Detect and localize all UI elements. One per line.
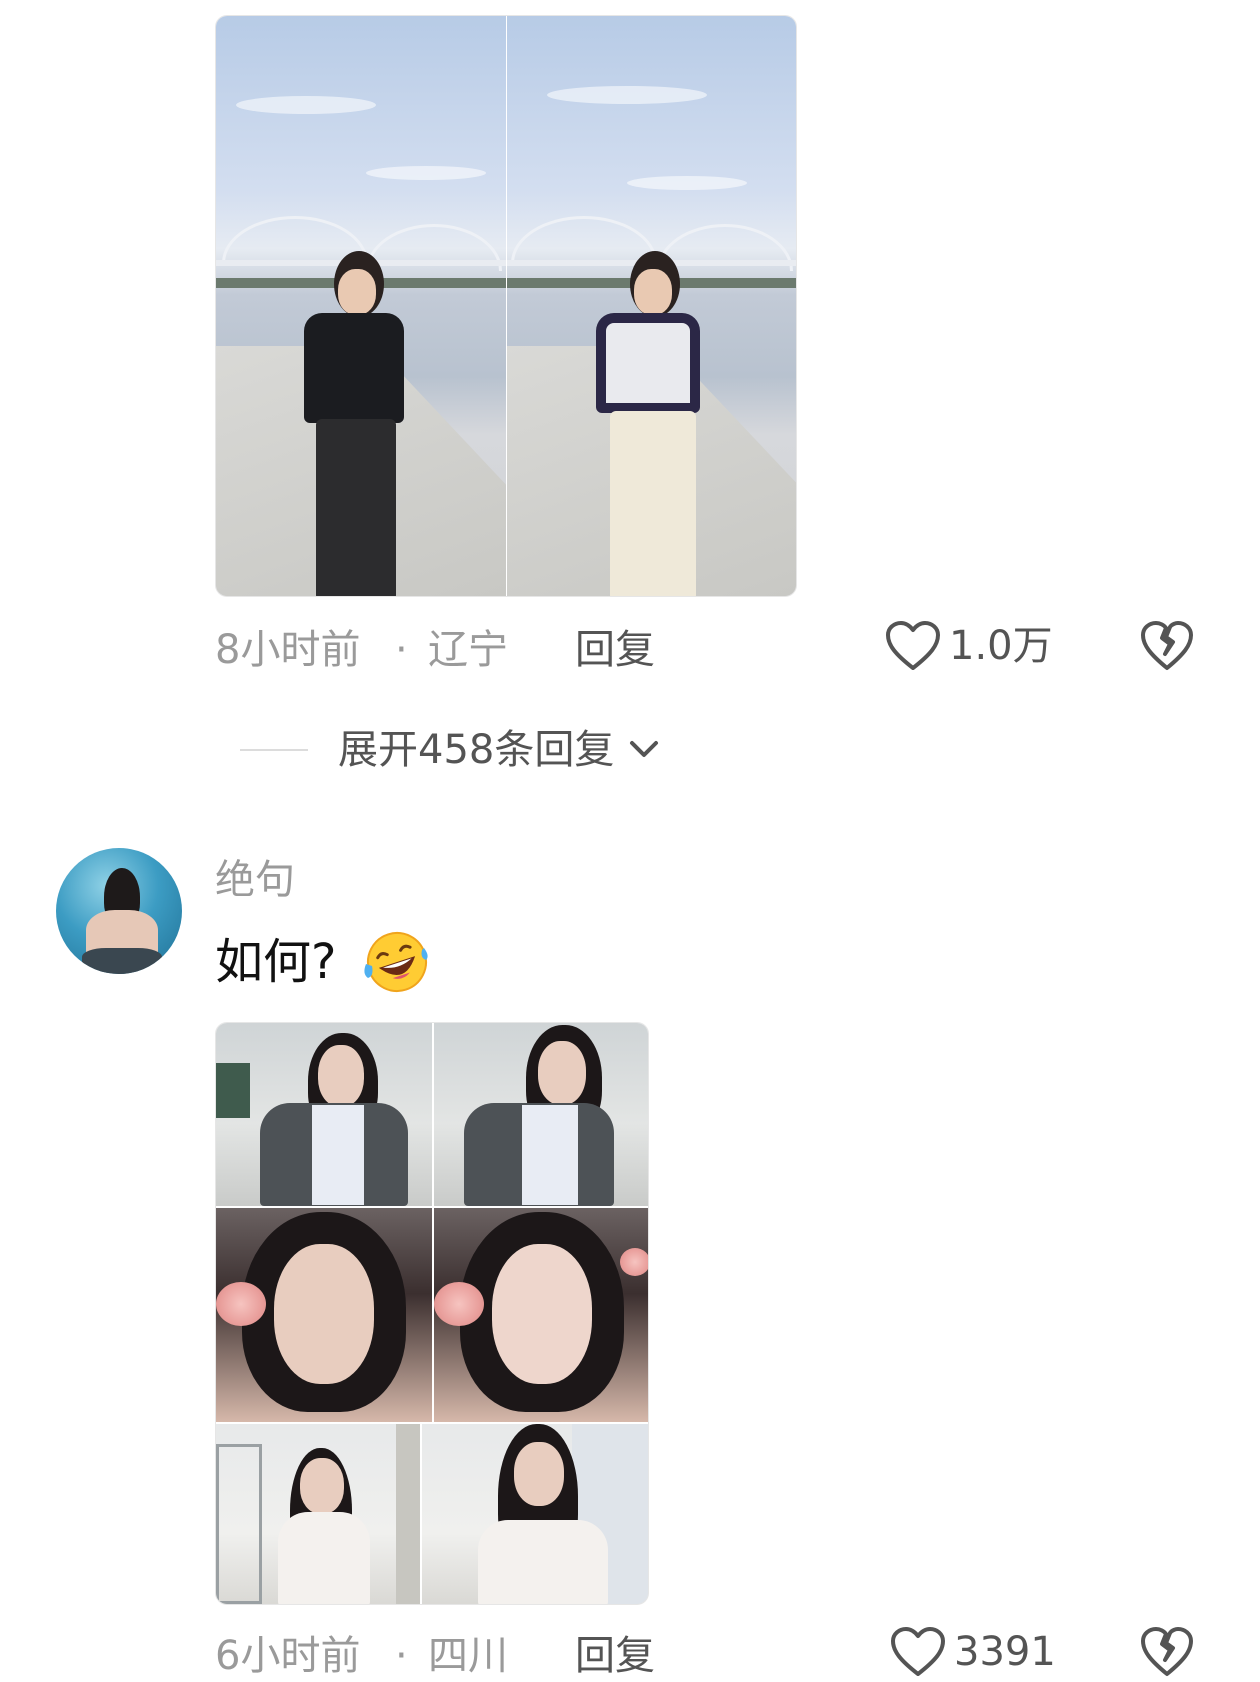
image-panel xyxy=(422,1424,648,1604)
image-panel xyxy=(216,1023,432,1206)
image-panel xyxy=(216,1208,432,1422)
image-panel xyxy=(434,1023,648,1206)
divider-line xyxy=(240,749,308,751)
comment-body: 如何? xyxy=(215,930,432,994)
comment-location: 四川 xyxy=(428,1633,508,1679)
like-count: 1.0万 xyxy=(949,623,1053,669)
broken-heart-icon xyxy=(1141,1627,1193,1676)
meta-separator: · xyxy=(395,1633,408,1679)
heart-icon xyxy=(886,621,940,670)
comment-image[interactable] xyxy=(215,15,797,597)
dislike-button[interactable] xyxy=(1140,1626,1194,1682)
image-panel-left xyxy=(216,16,506,596)
person-figure xyxy=(286,251,416,596)
person-figure xyxy=(582,251,712,596)
comment-location: 辽宁 xyxy=(428,627,508,673)
image-panel-right xyxy=(507,16,796,596)
rolling-on-floor-laughing-emoji-icon xyxy=(364,932,429,992)
image-panel xyxy=(434,1208,648,1422)
image-panel xyxy=(216,1424,420,1604)
avatar[interactable] xyxy=(56,848,182,974)
like-button[interactable]: 3391 xyxy=(890,1626,1056,1678)
username[interactable]: 绝句 xyxy=(215,860,295,900)
comment-time: 6小时前 xyxy=(215,1633,361,1679)
heart-icon xyxy=(891,1627,945,1676)
broken-heart-icon xyxy=(1141,621,1193,670)
comment-text: 如何? xyxy=(215,934,337,990)
like-button[interactable]: 1.0万 xyxy=(885,620,1053,672)
expand-replies-button[interactable]: 展开458条回复 xyxy=(240,730,664,770)
expand-replies-label: 展开458条回复 xyxy=(338,727,615,773)
comment-time: 8小时前 xyxy=(215,627,361,673)
reply-button[interactable]: 回复 xyxy=(575,630,655,670)
comment-image[interactable] xyxy=(215,1022,649,1605)
like-count: 3391 xyxy=(954,1629,1056,1675)
dislike-button[interactable] xyxy=(1140,620,1194,676)
reply-button[interactable]: 回复 xyxy=(575,1636,655,1676)
meta-separator: · xyxy=(395,627,408,673)
chevron-down-icon xyxy=(630,741,659,757)
